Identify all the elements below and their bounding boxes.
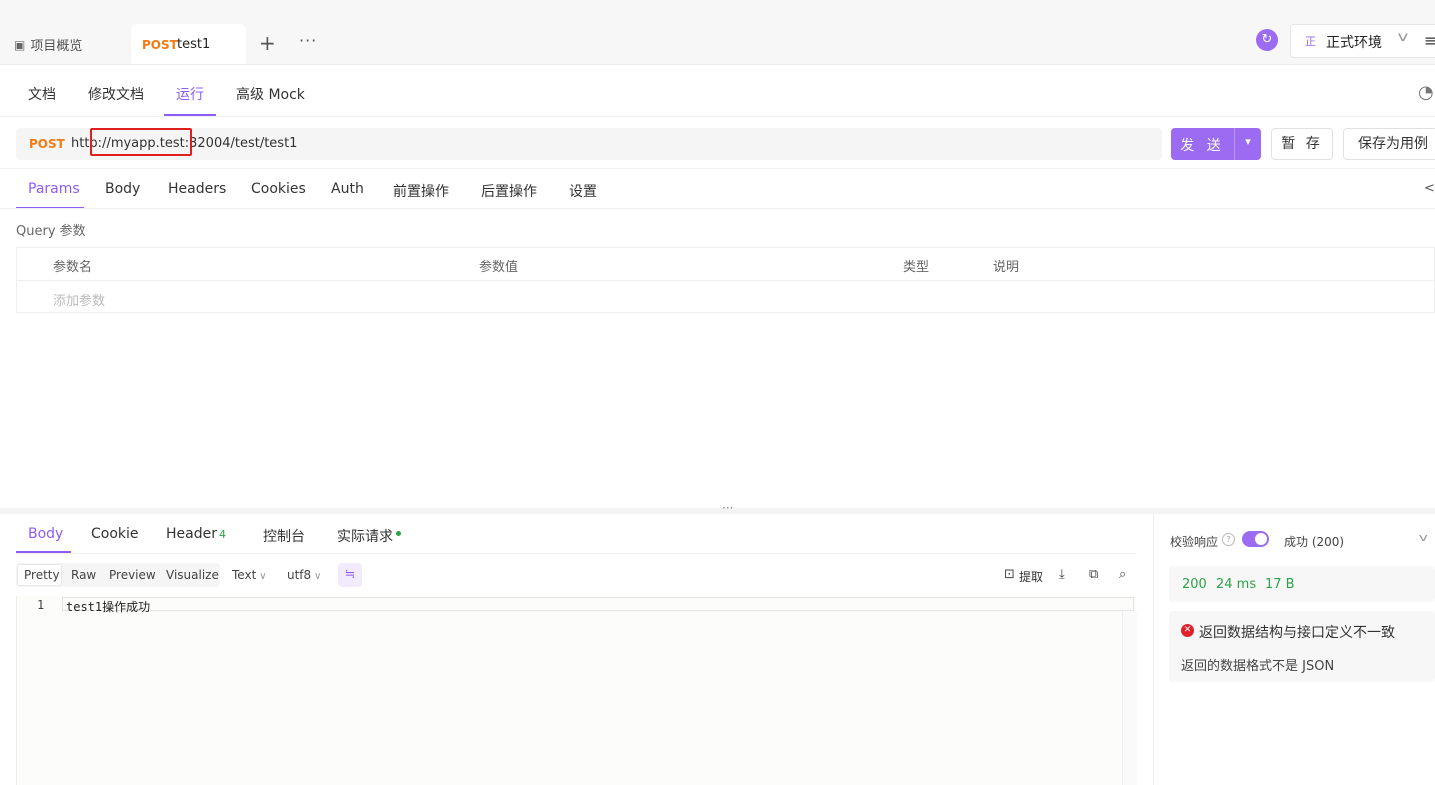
encoding-select[interactable]: utf8 ∨ <box>287 568 322 582</box>
toggle-knob <box>1255 533 1267 545</box>
verify-toggle[interactable] <box>1242 531 1269 547</box>
extract-button[interactable]: 提取 <box>1019 568 1043 585</box>
env-badge: 正 <box>1305 35 1316 48</box>
verify-result-select[interactable]: 成功 (200) <box>1284 533 1344 550</box>
tab-headers[interactable]: Headers <box>168 181 226 197</box>
view-visualize-button[interactable]: Visualize <box>166 568 219 582</box>
column-header-name: 参数名 <box>53 260 93 275</box>
response-time: 24 ms <box>1216 577 1257 592</box>
divider <box>0 208 1435 209</box>
save-as-case-button[interactable]: 保存为用例 <box>1343 128 1435 160</box>
send-label: 发 送 <box>1180 138 1225 154</box>
menu-icon[interactable]: ≡ <box>1424 31 1435 50</box>
more-tabs-icon[interactable]: ··· <box>299 31 317 50</box>
format-value: Text <box>232 568 257 582</box>
response-tab-actual-request[interactable]: 实际请求 <box>337 526 393 546</box>
view-pretty-button[interactable]: Pretty <box>24 568 60 582</box>
verify-response-label: 校验响应 <box>1170 535 1219 549</box>
view-raw-button[interactable]: Raw <box>71 568 96 582</box>
tab-params[interactable]: Params <box>28 181 80 197</box>
tab-body[interactable]: Body <box>105 181 140 197</box>
tab-method: POST <box>142 38 178 52</box>
response-editor[interactable] <box>16 596 1136 785</box>
tab-auth[interactable]: Auth <box>331 181 364 197</box>
subtab-doc[interactable]: 文档 <box>28 84 56 104</box>
copy-icon[interactable]: ⧉ <box>1089 567 1098 582</box>
help-icon[interactable]: ? <box>1222 533 1235 546</box>
response-tab-header[interactable]: Header <box>166 526 217 542</box>
tab-settings[interactable]: 设置 <box>569 181 597 201</box>
error-icon: ✕ <box>1181 624 1194 637</box>
add-param-input[interactable]: 添加参数 <box>53 290 105 309</box>
history-icon[interactable]: ◔ <box>1418 82 1434 103</box>
add-tab-icon[interactable]: + <box>259 31 276 55</box>
panel-splitter[interactable] <box>0 508 1435 514</box>
request-method[interactable]: POST <box>29 137 65 151</box>
response-tab-cookie[interactable]: Cookie <box>91 526 139 542</box>
error-title: 返回数据结构与接口定义不一致 <box>1199 625 1395 641</box>
tab-overview-label: 项目概览 <box>30 39 83 54</box>
format-select[interactable]: Text ∨ <box>232 568 267 582</box>
tab-project-overview[interactable]: ▣ 项目概览 <box>14 35 83 55</box>
error-detail: 返回的数据格式不是 JSON <box>1181 659 1335 674</box>
window-top-strip <box>0 0 1435 16</box>
download-icon[interactable]: ⤓ <box>1059 567 1065 582</box>
status-dot <box>396 531 401 536</box>
tab-post-ops[interactable]: 后置操作 <box>481 181 537 201</box>
column-header-type: 类型 <box>903 260 930 275</box>
line-number: 1 <box>37 598 45 612</box>
response-stats <box>1169 566 1435 602</box>
divider <box>17 280 1435 281</box>
divider <box>0 168 1435 169</box>
editor-scrollbar[interactable] <box>1122 611 1137 785</box>
view-preview-button[interactable]: Preview <box>109 568 156 582</box>
divider <box>0 116 1435 117</box>
chevron-down-icon: v <box>1397 30 1409 45</box>
subtab-run[interactable]: 运行 <box>176 84 204 104</box>
response-size: 17 B <box>1265 577 1295 592</box>
chevron-down-icon[interactable]: v <box>1419 531 1428 544</box>
divider <box>16 553 1136 554</box>
current-line-highlight <box>62 597 1134 611</box>
chevron-down-icon[interactable]: ▾ <box>1235 135 1261 148</box>
search-icon[interactable]: ⌕ <box>1119 567 1126 582</box>
code-line: test1操作成功 <box>66 600 151 614</box>
column-header-value: 参数值 <box>479 260 519 275</box>
tab-pre-ops[interactable]: 前置操作 <box>393 181 449 201</box>
tab-cookies[interactable]: Cookies <box>251 181 306 197</box>
extract-icon[interactable]: ⊡ <box>1004 567 1015 582</box>
save-temp-button[interactable]: 暂 存 <box>1271 128 1333 160</box>
send-button[interactable]: 发 送 ▾ <box>1171 128 1261 160</box>
tab-name: test1 <box>177 37 211 52</box>
query-params-label: Query 参数 <box>16 224 86 239</box>
env-label: 正式环境 <box>1326 35 1382 51</box>
subtab-edit-doc[interactable]: 修改文档 <box>88 84 144 104</box>
layout-icon: ▣ <box>14 37 26 52</box>
response-tab-body[interactable]: Body <box>28 526 63 542</box>
drag-handle-icon[interactable]: ··· <box>722 501 733 515</box>
sync-icon[interactable]: ↻ <box>1256 29 1278 51</box>
chevron-down-icon: ∨ <box>314 571 322 582</box>
encoding-value: utf8 <box>287 568 312 582</box>
column-header-description: 说明 <box>993 260 1020 275</box>
word-wrap-icon[interactable]: ≒ <box>338 563 362 587</box>
subtab-advanced-mock[interactable]: 高级 Mock <box>236 84 305 104</box>
response-tab-console[interactable]: 控制台 <box>263 526 305 546</box>
code-icon[interactable]: </ <box>1424 181 1435 196</box>
tab-post-test1[interactable]: POST test1 <box>131 24 246 64</box>
environment-select[interactable]: 正 正式环境 v <box>1290 24 1435 58</box>
chevron-down-icon: ∨ <box>259 571 267 582</box>
header-count-badge: 4 <box>219 528 226 541</box>
status-code: 200 <box>1182 577 1207 592</box>
annotation-highlight-box <box>90 128 192 156</box>
divider <box>1153 514 1154 785</box>
